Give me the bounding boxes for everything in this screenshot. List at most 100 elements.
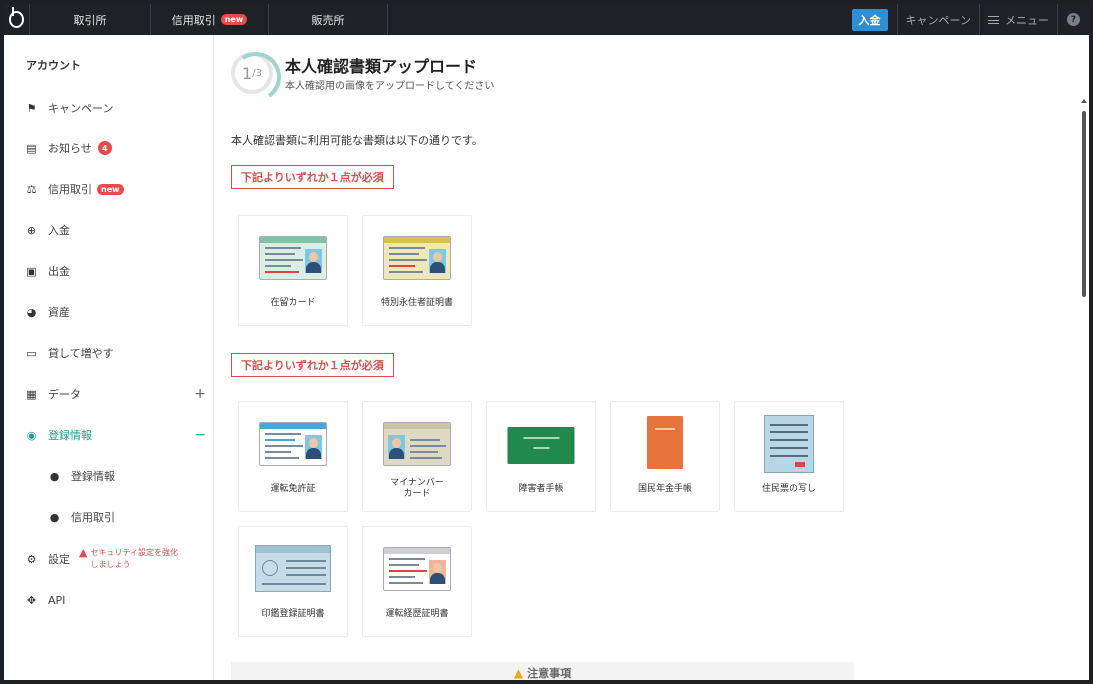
security-warning-line: しましょう	[90, 560, 131, 569]
required-label-group2: 下記よりいずれか１点が必須	[231, 353, 394, 377]
scrollbar[interactable]	[1079, 35, 1089, 680]
doc-label-line: カード	[403, 489, 431, 499]
top-nav-bar: 取引所 信用取引 new 販売所 入金 キャンペーン メニュー ?	[4, 4, 1089, 35]
doc-label-line: マイナンバー	[390, 478, 444, 488]
user-icon: ●	[49, 469, 60, 483]
nav-margin-label: 信用取引	[171, 13, 216, 27]
doc-card-national-pension-book[interactable]: 国民年金手帳	[610, 401, 720, 512]
sidebar-item-registration[interactable]: ◉ 登録情報 −	[26, 426, 206, 444]
sidebar-item-label: 資産	[48, 306, 70, 319]
sidebar-item-settings[interactable]: ⚙ 設定 ▲ セキュリティ設定を強化 しましょう	[26, 544, 206, 574]
page-subtitle: 本人確認用の画像をアップロードしてください	[285, 81, 495, 92]
nav-sales-label: 販売所	[311, 13, 345, 27]
doc-label: 印鑑登録証明書	[261, 609, 325, 619]
sidebar-item-label: キャンペーン	[48, 102, 114, 115]
doc-label: 運転経歴証明書	[385, 609, 449, 619]
page-title: 本人確認書類アップロード	[285, 57, 478, 76]
step-total: /3	[252, 67, 262, 79]
my-number-card-image	[383, 422, 451, 466]
sidebar-item-label: 登録情報	[71, 470, 115, 483]
menu-button[interactable]: メニュー	[979, 4, 1057, 35]
sidebar-item-data[interactable]: ▦ データ +	[26, 385, 206, 403]
doc-card-resident-certificate[interactable]: 住民票の写し	[734, 401, 844, 512]
campaign-link[interactable]: キャンペーン	[896, 4, 979, 35]
residence-card-image	[259, 236, 327, 280]
sidebar-item-margin[interactable]: ⚖ 信用取引 new	[26, 180, 206, 198]
special-permanent-resident-image	[383, 236, 451, 280]
doc-card-driving-history-certificate[interactable]: 運転経歴証明書	[362, 526, 472, 637]
sidebar-item-label: 設定	[48, 553, 70, 566]
sidebar: アカウント ⚑ キャンペーン ▤ お知らせ 4 ⚖ 信用取引 new ⊕ 入金 ▣ 出金 ◕ 資…	[4, 35, 214, 680]
new-badge: new	[220, 14, 248, 25]
disability-handbook-image	[507, 427, 575, 464]
expand-icon[interactable]: +	[194, 386, 206, 402]
sidebar-item-label: 信用取引	[48, 183, 92, 196]
warning-icon: ▲	[513, 666, 524, 680]
sidebar-item-campaign[interactable]: ⚑ キャンペーン	[26, 99, 206, 117]
sidebar-subitem-registration[interactable]: ● 登録情報	[49, 467, 229, 485]
scroll-up-icon[interactable]	[1081, 99, 1087, 103]
scroll-thumb[interactable]	[1082, 111, 1086, 297]
step-indicator: 1/3	[231, 52, 273, 94]
security-warning-text: セキュリティ設定を強化 しましょう	[90, 547, 178, 571]
user-icon: ●	[49, 510, 60, 524]
sidebar-item-assets[interactable]: ◕ 資産	[26, 303, 206, 321]
doc-card-special-permanent-resident[interactable]: 特別永住者証明書	[362, 215, 472, 326]
resident-certificate-image	[764, 415, 814, 473]
sidebar-heading: アカウント	[26, 59, 81, 72]
security-warning-line: セキュリティ設定を強化	[90, 548, 178, 557]
driving-history-certificate-image	[383, 547, 451, 591]
sidebar-item-label: 登録情報	[48, 429, 92, 442]
doc-card-my-number-card[interactable]: マイナンバー カード	[362, 401, 472, 512]
doc-card-disability-handbook[interactable]: 障害者手帳	[486, 401, 596, 512]
sidebar-item-label: 信用取引	[71, 511, 115, 524]
drivers-license-image	[259, 422, 327, 466]
menu-label: メニュー	[1005, 13, 1049, 27]
help-button[interactable]: ?	[1057, 4, 1089, 35]
main-content: 1/3 本人確認書類アップロード 本人確認用の画像をアップロードしてください 本…	[215, 35, 1079, 680]
required-label-group1: 下記よりいずれか１点が必須	[231, 165, 394, 189]
nav-exchange[interactable]: 取引所	[30, 4, 151, 35]
sidebar-item-label: 貸して増やす	[48, 347, 114, 360]
doc-label: 運転免許証	[270, 484, 316, 494]
help-icon: ?	[1067, 13, 1080, 26]
sidebar-item-label: 入金	[48, 224, 70, 237]
national-pension-book-image	[647, 416, 683, 469]
logo[interactable]	[4, 4, 30, 35]
notice-count-badge: 4	[97, 141, 112, 155]
doc-label: マイナンバー カード	[367, 478, 467, 500]
intro-text: 本人確認書類に利用可能な書類は以下の通りです。	[231, 134, 483, 147]
security-warning[interactable]: ▲ セキュリティ設定を強化 しましょう	[79, 547, 178, 571]
doc-label: 障害者手帳	[518, 484, 564, 494]
deposit-button[interactable]: 入金	[851, 8, 888, 31]
seal-registration-image	[255, 545, 331, 592]
api-icon: ✥	[26, 593, 37, 607]
nav-sales-office[interactable]: 販売所	[269, 4, 388, 35]
logo-icon	[9, 7, 24, 28]
sidebar-item-label: データ	[48, 388, 81, 401]
notice-section-header: ▲ 注意事項	[231, 662, 854, 680]
doc-label: 国民年金手帳	[637, 484, 692, 494]
sidebar-item-deposit[interactable]: ⊕ 入金	[26, 221, 206, 239]
sidebar-item-withdraw[interactable]: ▣ 出金	[26, 262, 206, 280]
doc-card-seal-registration-certificate[interactable]: 印鑑登録証明書	[238, 526, 348, 637]
doc-card-residence-card[interactable]: 在留カード	[238, 215, 348, 326]
doc-card-drivers-license[interactable]: 運転免許証	[238, 401, 348, 512]
sidebar-item-label: API	[48, 593, 66, 607]
sidebar-item-lending[interactable]: ▭ 貸して増やす	[26, 344, 206, 362]
gear-icon: ⚙	[26, 552, 37, 566]
sidebar-item-api[interactable]: ✥ API	[26, 591, 206, 609]
doc-label: 在留カード	[270, 298, 316, 308]
flag-icon: ⚑	[26, 101, 37, 115]
nav-exchange-label: 取引所	[73, 13, 107, 27]
nav-margin-trading[interactable]: 信用取引 new	[151, 4, 269, 35]
plus-circle-icon: ⊕	[26, 223, 37, 237]
scale-icon: ⚖	[26, 182, 37, 196]
collapse-icon[interactable]: −	[194, 427, 206, 443]
sidebar-subitem-margin[interactable]: ● 信用取引	[49, 508, 229, 526]
sidebar-item-notices[interactable]: ▤ お知らせ 4	[26, 139, 206, 157]
app-frame: 取引所 信用取引 new 販売所 入金 キャンペーン メニュー ? アカウント ⚑…	[4, 4, 1089, 680]
user-circle-icon: ◉	[26, 428, 37, 442]
warning-icon: ▲	[79, 546, 88, 559]
sidebar-item-label: お知らせ	[48, 142, 92, 155]
